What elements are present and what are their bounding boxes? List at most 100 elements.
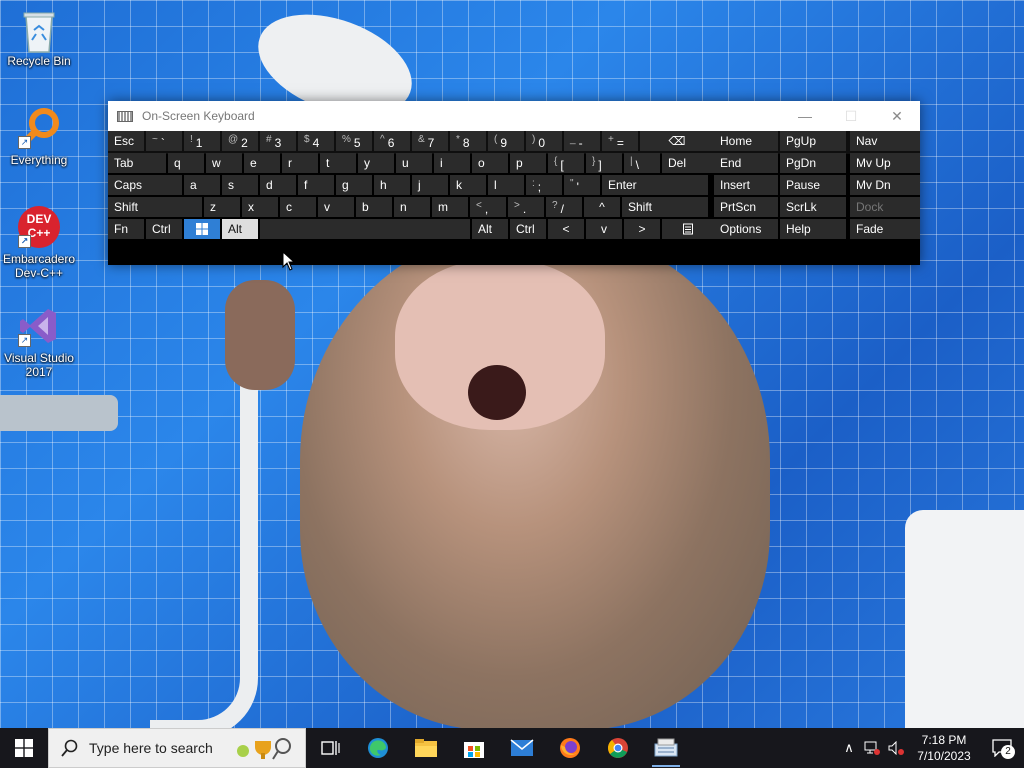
- key-d[interactable]: d: [260, 175, 296, 195]
- key-g[interactable]: g: [336, 175, 372, 195]
- key-insert[interactable]: Insert: [714, 175, 778, 195]
- volume-muted-icon[interactable]: [884, 741, 908, 755]
- key-lshift[interactable]: Shift: [108, 197, 202, 217]
- key-caps[interactable]: Caps: [108, 175, 182, 195]
- key-options[interactable]: Options: [714, 219, 778, 239]
- key-semicolon[interactable]: :;: [526, 175, 562, 195]
- key-end[interactable]: End: [714, 153, 778, 173]
- key-lalt[interactable]: Alt: [222, 219, 258, 239]
- key-1[interactable]: ! 1: [184, 131, 220, 151]
- key-rbracket[interactable]: }]: [586, 153, 622, 173]
- key-nav[interactable]: Nav: [850, 131, 920, 151]
- key-b[interactable]: b: [356, 197, 392, 217]
- key-pgdn[interactable]: PgDn: [780, 153, 846, 173]
- desktop-icon-recycle-bin[interactable]: Recycle Bin: [0, 8, 78, 68]
- key-period[interactable]: >.: [508, 197, 544, 217]
- key-pause[interactable]: Pause: [780, 175, 846, 195]
- osk-titlebar[interactable]: On-Screen Keyboard — ☐ ✕: [108, 101, 920, 131]
- key-o[interactable]: o: [472, 153, 508, 173]
- key-4[interactable]: $4: [298, 131, 334, 151]
- key-0[interactable]: ) 0: [526, 131, 562, 151]
- key-z[interactable]: z: [204, 197, 240, 217]
- key-ralt[interactable]: Alt: [472, 219, 508, 239]
- key-h[interactable]: h: [374, 175, 410, 195]
- desktop-icon-devcpp[interactable]: DEV C++ ↗ Embarcadero Dev-C++: [0, 206, 78, 280]
- key-2[interactable]: @2: [222, 131, 258, 151]
- key-minus[interactable]: _ -: [564, 131, 600, 151]
- key-5[interactable]: % 5: [336, 131, 372, 151]
- close-button[interactable]: ✕: [874, 101, 920, 131]
- key-dock[interactable]: Dock: [850, 197, 920, 217]
- key-lctrl[interactable]: Ctrl: [146, 219, 182, 239]
- key-scrlk[interactable]: ScrLk: [780, 197, 846, 217]
- key-l[interactable]: l: [488, 175, 524, 195]
- key-rshift[interactable]: Shift: [622, 197, 708, 217]
- key-w[interactable]: w: [206, 153, 242, 173]
- key-mv-up[interactable]: Mv Up: [850, 153, 920, 173]
- store-button[interactable]: [450, 728, 498, 768]
- key-enter[interactable]: Enter: [602, 175, 708, 195]
- file-explorer-button[interactable]: [402, 728, 450, 768]
- key-prtscn[interactable]: PrtScn: [714, 197, 778, 217]
- key-menu[interactable]: [662, 219, 714, 239]
- key-t[interactable]: t: [320, 153, 356, 173]
- network-icon[interactable]: [860, 741, 884, 755]
- key-tilde[interactable]: ~ `: [146, 131, 182, 151]
- key-m[interactable]: m: [432, 197, 468, 217]
- key-esc[interactable]: Esc: [108, 131, 144, 151]
- key-fn[interactable]: Fn: [108, 219, 144, 239]
- key-q[interactable]: q: [168, 153, 204, 173]
- chevron-up-icon[interactable]: ∧: [838, 740, 860, 756]
- key-right[interactable]: >: [624, 219, 660, 239]
- key-equals[interactable]: + =: [602, 131, 638, 151]
- key-comma[interactable]: <,: [470, 197, 506, 217]
- key-rctrl[interactable]: Ctrl: [510, 219, 546, 239]
- maximize-button[interactable]: ☐: [828, 101, 874, 131]
- key-v[interactable]: v: [318, 197, 354, 217]
- key-win[interactable]: [184, 219, 220, 239]
- action-center-button[interactable]: 2: [980, 728, 1024, 768]
- key-home[interactable]: Home: [714, 131, 778, 151]
- key-up[interactable]: ^: [584, 197, 620, 217]
- key-k[interactable]: k: [450, 175, 486, 195]
- on-screen-keyboard-window[interactable]: On-Screen Keyboard — ☐ ✕ Esc ~ `! 1 @2 #3 $4% 5…: [108, 101, 920, 265]
- key-help[interactable]: Help: [780, 219, 846, 239]
- key-lbracket[interactable]: {[: [548, 153, 584, 173]
- key-r[interactable]: r: [282, 153, 318, 173]
- key-c[interactable]: c: [280, 197, 316, 217]
- key-mv-dn[interactable]: Mv Dn: [850, 175, 920, 195]
- key-9[interactable]: (9: [488, 131, 524, 151]
- key-del[interactable]: Del: [662, 153, 714, 173]
- key-n[interactable]: n: [394, 197, 430, 217]
- key-backspace[interactable]: ⌫: [640, 131, 714, 151]
- key-x[interactable]: x: [242, 197, 278, 217]
- key-quote[interactable]: " ': [564, 175, 600, 195]
- key-backslash[interactable]: | \: [624, 153, 660, 173]
- edge-button[interactable]: [354, 728, 402, 768]
- key-left[interactable]: <: [548, 219, 584, 239]
- desktop-icon-visual-studio[interactable]: ↗ Visual Studio 2017: [0, 305, 78, 379]
- key-a[interactable]: a: [184, 175, 220, 195]
- key-slash[interactable]: ? /: [546, 197, 582, 217]
- key-fade[interactable]: Fade: [850, 219, 920, 239]
- key-j[interactable]: j: [412, 175, 448, 195]
- key-i[interactable]: i: [434, 153, 470, 173]
- key-y[interactable]: y: [358, 153, 394, 173]
- key-s[interactable]: s: [222, 175, 258, 195]
- firefox-button[interactable]: [546, 728, 594, 768]
- mail-button[interactable]: [498, 728, 546, 768]
- key-pgup[interactable]: PgUp: [780, 131, 846, 151]
- taskbar-search-box[interactable]: Type here to search: [48, 728, 306, 768]
- key-p[interactable]: p: [510, 153, 546, 173]
- key-8[interactable]: * 8: [450, 131, 486, 151]
- taskbar-clock[interactable]: 7:18 PM 7/10/2023: [908, 732, 980, 764]
- chrome-button[interactable]: [594, 728, 642, 768]
- task-view-button[interactable]: [306, 728, 354, 768]
- key-u[interactable]: u: [396, 153, 432, 173]
- key-3[interactable]: #3: [260, 131, 296, 151]
- key-down[interactable]: v: [586, 219, 622, 239]
- key-6[interactable]: ^ 6: [374, 131, 410, 151]
- key-e[interactable]: e: [244, 153, 280, 173]
- start-button[interactable]: [0, 728, 48, 768]
- minimize-button[interactable]: —: [782, 101, 828, 131]
